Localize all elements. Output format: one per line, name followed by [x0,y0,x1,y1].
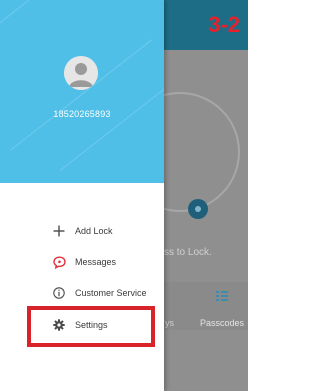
menu-item-messages[interactable]: Messages [52,253,164,271]
menu-item-label: Messages [75,257,117,267]
menu-item-label: Customer Service [75,288,147,298]
menu-item-label: Add Lock [75,226,113,236]
info-icon [52,286,66,300]
plus-icon [52,224,66,238]
tab-ekeys-label[interactable]: ys [165,318,174,328]
page-annotation-label: 3-2 [208,12,240,37]
menu-item-customer-service[interactable]: Customer Service [52,284,164,302]
header-decoration-line [0,0,133,31]
menu-item-add-lock[interactable]: Add Lock [52,222,164,240]
tab-passcodes-label[interactable]: Passcodes [200,318,244,328]
user-phone-number: 18520265893 [53,109,111,119]
drawer-header: 18520265893 [0,0,164,183]
passcodes-icon [214,288,230,304]
user-avatar-icon[interactable] [64,56,98,90]
bluetooth-lock-icon [188,199,208,219]
lock-hint-text: ss to Lock. [164,247,212,258]
settings-highlight-box [27,306,155,347]
message-icon [52,255,66,269]
